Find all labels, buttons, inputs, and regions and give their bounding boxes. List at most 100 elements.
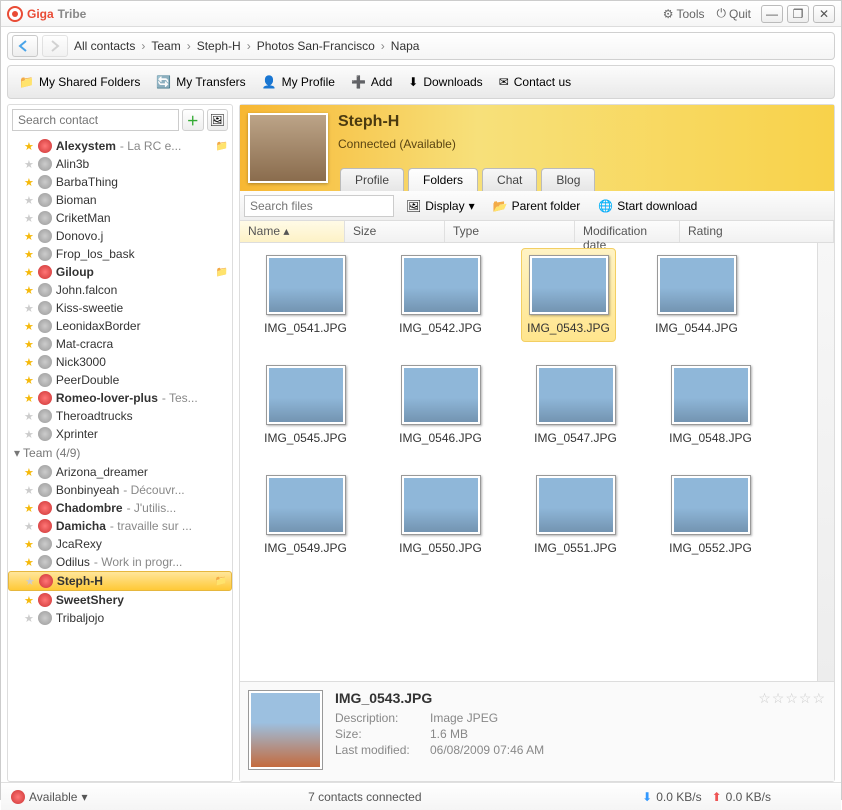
add-button[interactable]: ➕Add (343, 72, 400, 92)
col-rating[interactable]: Rating (680, 221, 834, 242)
star-icon: ★ (24, 140, 34, 153)
contact-name: JcaRexy (56, 537, 102, 551)
rating-stars[interactable]: ☆☆☆☆☆ (758, 690, 826, 773)
contact-item[interactable]: ★Bonbinyeah - Découvr... (8, 481, 232, 499)
contact-item[interactable]: ★PeerDouble (8, 371, 232, 389)
star-icon: ★ (24, 374, 34, 387)
file-thumbnail[interactable]: IMG_0546.JPG (393, 365, 488, 445)
my-status-button[interactable]: Available ▾ (11, 790, 88, 804)
col-name[interactable]: Name ▴ (240, 221, 345, 242)
nav-forward-button[interactable] (42, 35, 68, 57)
contact-name: Nick3000 (56, 355, 106, 369)
parent-folder-button[interactable]: 📂Parent folder (487, 196, 587, 216)
contact-item[interactable]: ★Romeo-lover-plus - Tes... (8, 389, 232, 407)
quit-label: Quit (729, 7, 751, 21)
presence-icon (38, 409, 52, 423)
search-contact-input[interactable] (12, 109, 179, 131)
start-download-button[interactable]: 🌐Start download (592, 196, 703, 216)
contact-list[interactable]: ★Alexystem - La RC e...📁★Alin3b★BarbaThi… (8, 135, 232, 781)
thumbnail-grid[interactable]: IMG_0541.JPG IMG_0542.JPG IMG_0543.JPG IMG_… (240, 243, 834, 681)
contact-item[interactable]: ★Damicha - travaille sur ... (8, 517, 232, 535)
detail-desc-val: Image JPEG (430, 711, 498, 725)
search-files-input[interactable] (244, 195, 394, 217)
contact-item[interactable]: ★John.falcon (8, 281, 232, 299)
group-header-team[interactable]: ▾Team (4/9) (8, 443, 232, 463)
contact-item[interactable]: ★Frop_los_bask (8, 245, 232, 263)
file-thumbnail[interactable]: IMG_0542.JPG (393, 255, 488, 335)
breadcrumb-item[interactable]: Team (145, 39, 186, 53)
minimize-button[interactable]: — (761, 5, 783, 23)
contact-item[interactable]: ★Mat-cracra (8, 335, 232, 353)
file-thumbnail[interactable]: IMG_0551.JPG (528, 475, 623, 555)
contact-item[interactable]: ★LeonidaxBorder (8, 317, 232, 335)
downloads-button[interactable]: ⬇Downloads (400, 72, 490, 92)
contact-item[interactable]: ★SweetShery (8, 591, 232, 609)
maximize-button[interactable]: ❐ (787, 5, 809, 23)
contact-item[interactable]: ★Steph-H📁 (8, 571, 232, 591)
contact-item[interactable]: ★Xprinter (8, 425, 232, 443)
file-thumbnail[interactable]: IMG_0545.JPG (258, 365, 353, 445)
file-thumbnail[interactable]: IMG_0547.JPG (528, 365, 623, 445)
tab-profile[interactable]: Profile (340, 168, 404, 191)
contact-item[interactable]: ★Theroadtrucks (8, 407, 232, 425)
shared-label: My Shared Folders (39, 75, 140, 89)
contact-item[interactable]: ★Nick3000 (8, 353, 232, 371)
presence-icon (38, 175, 52, 189)
contact-us-button[interactable]: ✉Contact us (491, 72, 579, 92)
tab-folders[interactable]: Folders (408, 168, 478, 191)
file-thumbnail[interactable]: IMG_0550.JPG (393, 475, 488, 555)
contact-item[interactable]: ★Alin3b (8, 155, 232, 173)
contact-item[interactable]: ★CriketMan (8, 209, 232, 227)
contact-name: Arizona_dreamer (56, 465, 148, 479)
contact-item[interactable]: ★Giloup📁 (8, 263, 232, 281)
close-button[interactable]: ✕ (813, 5, 835, 23)
breadcrumb-item[interactable]: All contacts (68, 39, 141, 53)
contact-item[interactable]: ★Tribaljojo (8, 609, 232, 627)
my-profile-button[interactable]: 👤My Profile (254, 72, 343, 92)
status-bar: Available ▾ 7 contacts connected ⬇0.0 KB… (1, 782, 841, 810)
chevron-down-icon: ▾ (81, 790, 87, 804)
breadcrumb-item[interactable]: Steph-H (191, 39, 247, 53)
tools-button[interactable]: ⚙Tools (663, 7, 705, 21)
breadcrumb-item[interactable]: Photos San-Francisco (251, 39, 381, 53)
file-thumbnail[interactable]: IMG_0549.JPG (258, 475, 353, 555)
folder-icon: 📁 (216, 267, 228, 278)
contact-item[interactable]: ★Alexystem - La RC e...📁 (8, 137, 232, 155)
col-type[interactable]: Type (445, 221, 575, 242)
contact-item[interactable]: ★Kiss-sweetie (8, 299, 232, 317)
star-icon: ★ (24, 428, 34, 441)
tab-blog[interactable]: Blog (541, 168, 595, 191)
file-thumbnail[interactable]: IMG_0541.JPG (258, 255, 353, 335)
start-label: Start download (617, 199, 697, 213)
quit-button[interactable]: ⏻Quit (716, 6, 751, 21)
contact-item[interactable]: ★Odilus - Work in progr... (8, 553, 232, 571)
contact-name: Alin3b (56, 157, 89, 171)
nav-back-button[interactable] (12, 35, 38, 57)
contact-item[interactable]: ★BarbaThing (8, 173, 232, 191)
presence-icon (38, 501, 52, 515)
breadcrumb-item[interactable]: Napa (385, 39, 426, 53)
profile-label: My Profile (282, 75, 335, 89)
file-thumbnail[interactable]: IMG_0543.JPG (521, 248, 616, 342)
tab-chat[interactable]: Chat (482, 168, 537, 191)
col-modification[interactable]: Modification date (575, 221, 680, 242)
contact-item[interactable]: ★Donovo.j (8, 227, 232, 245)
presence-icon (38, 427, 52, 441)
my-shared-folders-button[interactable]: 📁My Shared Folders (11, 72, 148, 92)
view-mode-button[interactable]: 🖼 (207, 109, 229, 131)
contact-name: Romeo-lover-plus (56, 391, 158, 405)
col-size[interactable]: Size (345, 221, 445, 242)
detail-mod-val: 06/08/2009 07:46 AM (430, 743, 544, 757)
file-thumbnail[interactable]: IMG_0544.JPG (649, 255, 744, 335)
contact-item[interactable]: ★Arizona_dreamer (8, 463, 232, 481)
file-thumbnail[interactable]: IMG_0552.JPG (663, 475, 758, 555)
file-thumbnail[interactable]: IMG_0548.JPG (663, 365, 758, 445)
contact-name: BarbaThing (56, 175, 118, 189)
display-dropdown[interactable]: 🖼Display ▾ (400, 196, 481, 216)
contact-item[interactable]: ★Chadombre - J'utilis... (8, 499, 232, 517)
add-contact-button[interactable]: ＋ (182, 109, 204, 131)
my-transfers-button[interactable]: 🔄My Transfers (148, 72, 253, 92)
contact-item[interactable]: ★JcaRexy (8, 535, 232, 553)
contact-item[interactable]: ★Bioman (8, 191, 232, 209)
contact-name: Bonbinyeah (56, 483, 119, 497)
